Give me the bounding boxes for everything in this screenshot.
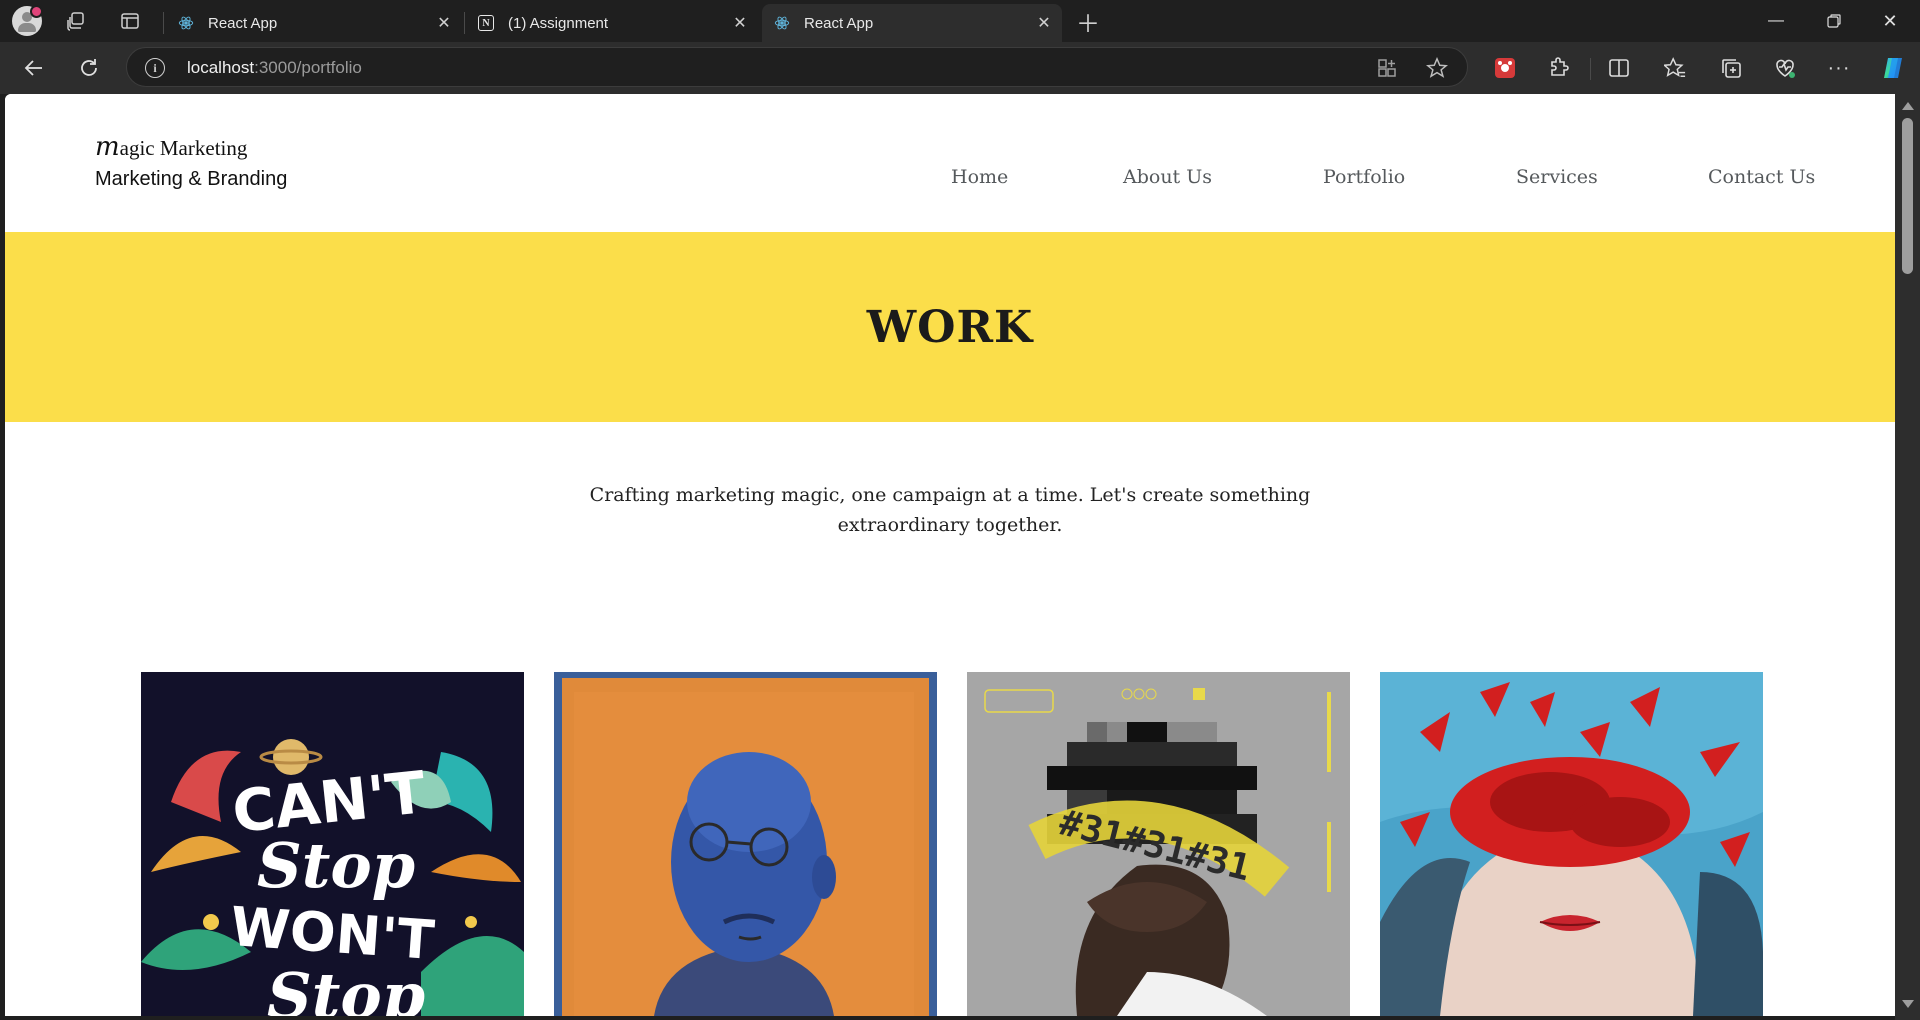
new-tab-icon[interactable]: ＋ <box>1074 8 1102 38</box>
gallery-item-blue-man-portrait[interactable] <box>554 672 937 1016</box>
favorites-icon[interactable] <box>1660 53 1690 83</box>
collections-icon[interactable] <box>1716 53 1746 83</box>
page-viewport: magic Marketing Marketing & Branding Hom… <box>5 94 1895 1016</box>
scroll-down-icon[interactable] <box>1902 1000 1914 1008</box>
page-title: WORK <box>866 301 1034 353</box>
react-icon <box>178 15 194 31</box>
tab-assignment[interactable]: N (1) Assignment ✕ <box>466 4 758 42</box>
app-available-icon[interactable] <box>1375 56 1399 80</box>
browser-titlebar: React App ✕ N (1) Assignment ✕ React App… <box>0 0 1920 42</box>
tab-label: React App <box>208 14 278 32</box>
close-tab-icon[interactable]: ✕ <box>1032 11 1056 35</box>
browser-essentials-icon[interactable] <box>1770 53 1800 83</box>
refresh-icon[interactable] <box>72 52 106 84</box>
page-scrollbar[interactable] <box>1895 94 1920 1020</box>
cant-stop-wont-stop-image: CAN'T Stop WON'T Stop <box>141 672 524 1016</box>
extension-red-icon[interactable] <box>1490 53 1520 83</box>
favorite-star-icon[interactable] <box>1425 56 1449 80</box>
gallery-item-pixelated-face-poster[interactable]: #31#31#31 <box>967 672 1350 1016</box>
url-path: :3000/portfolio <box>254 58 362 77</box>
address-bar[interactable]: i localhost:3000/portfolio <box>126 47 1468 87</box>
address-url[interactable]: localhost:3000/portfolio <box>187 58 362 78</box>
tab-react-app-1[interactable]: React App ✕ <box>166 4 462 42</box>
close-window-icon[interactable]: ✕ <box>1862 0 1918 42</box>
close-tab-icon[interactable]: ✕ <box>432 11 456 35</box>
pixelated-face-image: #31#31#31 <box>967 672 1350 1016</box>
close-tab-icon[interactable]: ✕ <box>728 11 752 35</box>
brand-name-rest: agic Marketing <box>119 136 248 160</box>
site-info-icon[interactable]: i <box>145 58 165 78</box>
back-icon[interactable] <box>17 52 51 84</box>
more-options-icon[interactable]: ··· <box>1824 53 1854 83</box>
brand-name: magic Marketing <box>95 132 287 162</box>
intro-text: Crafting marketing magic, one campaign a… <box>589 484 1311 536</box>
minimize-icon[interactable]: — <box>1748 0 1804 42</box>
scroll-up-icon[interactable] <box>1902 102 1914 110</box>
copilot-icon[interactable] <box>1878 53 1908 83</box>
nav-about-us[interactable]: About Us <box>1123 166 1212 188</box>
site-header: magic Marketing Marketing & Branding Hom… <box>5 94 1895 232</box>
profile-avatar-icon[interactable] <box>12 5 43 36</box>
notion-icon: N <box>478 15 494 31</box>
gallery-item-cant-stop-poster[interactable]: CAN'T Stop WON'T Stop <box>141 672 524 1016</box>
restore-icon[interactable] <box>1806 0 1862 42</box>
nav-home[interactable]: Home <box>951 166 1008 188</box>
gallery-item-red-petals-portrait[interactable] <box>1380 672 1763 1016</box>
workspaces-icon[interactable] <box>62 8 90 34</box>
tab-actions-icon[interactable] <box>116 8 144 34</box>
browser-toolbar: i localhost:3000/portfolio ··· <box>0 42 1920 94</box>
poster-line-2: Stop <box>257 829 415 902</box>
tab-react-app-active[interactable]: React App ✕ <box>762 4 1062 42</box>
split-screen-icon[interactable] <box>1604 53 1634 83</box>
tab-label: (1) Assignment <box>508 14 609 32</box>
main-nav: Home About Us Portfolio Services Contact… <box>5 166 1895 196</box>
nav-contact-us[interactable]: Contact Us <box>1708 166 1815 188</box>
extensions-puzzle-icon[interactable] <box>1544 53 1574 83</box>
tab-label: React App <box>804 14 874 32</box>
nav-services[interactable]: Services <box>1516 166 1598 188</box>
blue-man-portrait-image <box>554 672 937 1016</box>
red-petals-portrait-image <box>1380 672 1763 1016</box>
poster-line-4: Stop <box>267 959 425 1016</box>
nav-portfolio[interactable]: Portfolio <box>1323 166 1405 188</box>
hero-banner: WORK <box>5 232 1895 422</box>
react-icon <box>774 15 790 31</box>
scrollbar-thumb[interactable] <box>1902 118 1913 274</box>
url-host: localhost <box>187 58 255 77</box>
brand-initial: m <box>95 132 120 162</box>
